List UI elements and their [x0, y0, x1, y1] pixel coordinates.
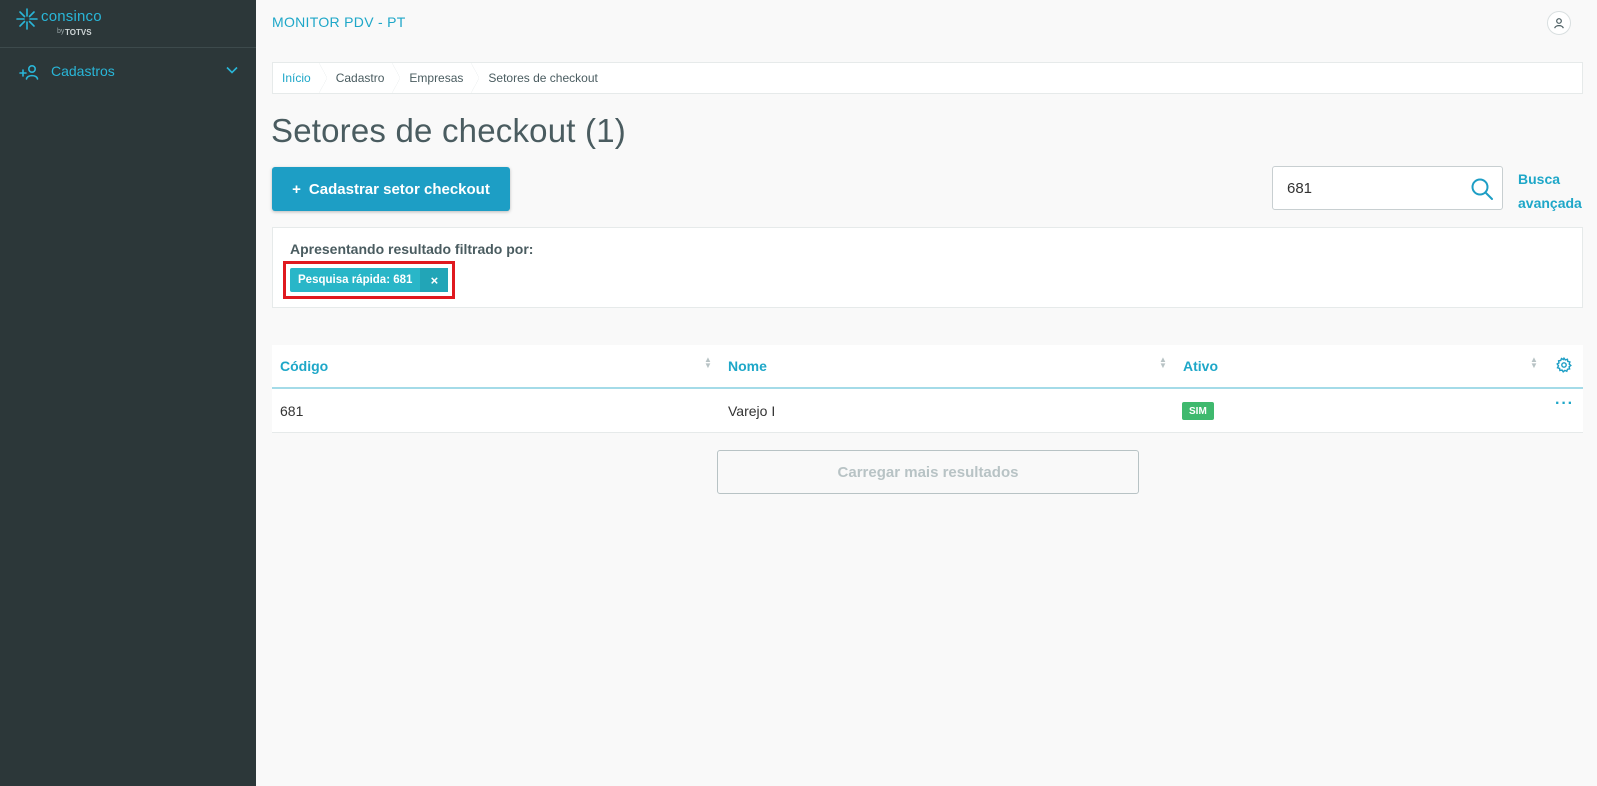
- cell-codigo: 681: [280, 403, 304, 419]
- breadcrumb-setores-de-checkout: Setores de checkout: [488, 71, 598, 85]
- user-icon: [1554, 18, 1564, 29]
- filter-panel: Apresentando resultado filtrado por: Pes…: [272, 227, 1583, 308]
- sort-icon[interactable]: ▲ ▼: [704, 356, 712, 370]
- advanced-search-line2: avançada: [1518, 195, 1582, 211]
- sidebar-item-label: Cadastros: [51, 63, 115, 79]
- chevron-down-icon: [226, 66, 238, 74]
- logo-by: by: [57, 28, 65, 35]
- breadcrumb-cadastro[interactable]: Cadastro: [327, 63, 401, 93]
- breadcrumb-empresas[interactable]: Empresas: [400, 63, 480, 93]
- cell-nome: Varejo I: [728, 403, 776, 419]
- filter-title: Apresentando resultado filtrado por:: [290, 241, 534, 257]
- column-header-codigo[interactable]: Código: [280, 358, 328, 374]
- quick-search: [1272, 166, 1503, 210]
- status-badge: SIM: [1182, 402, 1214, 420]
- consinco-logo[interactable]: consinco by TOTVS: [16, 6, 136, 42]
- add-user-icon: [19, 64, 39, 80]
- search-icon[interactable]: [1470, 177, 1494, 201]
- search-input[interactable]: [1287, 167, 1457, 209]
- plus-icon: +: [292, 180, 301, 198]
- sidebar-divider: [0, 47, 256, 48]
- sidebar: consinco by TOTVS Cadastros: [0, 0, 256, 786]
- filter-tag-label: Pesquisa rápida: 681: [298, 274, 413, 286]
- row-actions-menu[interactable]: ···: [1555, 395, 1574, 413]
- gear-icon[interactable]: [1556, 357, 1572, 373]
- sidebar-item-cadastros[interactable]: Cadastros: [0, 52, 256, 92]
- column-header-ativo[interactable]: Ativo: [1183, 358, 1218, 374]
- load-more-button[interactable]: Carregar mais resultados: [717, 450, 1139, 494]
- page-title: Setores de checkout (1): [271, 112, 626, 149]
- add-checkout-sector-button[interactable]: + Cadastrar setor checkout: [272, 167, 510, 211]
- add-checkout-sector-label: Cadastrar setor checkout: [308, 180, 490, 198]
- table-row[interactable]: 681 Varejo I SIM ···: [272, 389, 1583, 433]
- close-icon[interactable]: ×: [420, 268, 449, 292]
- logo-star-icon: [16, 8, 38, 30]
- table-header: Código ▲ ▼ Nome ▲ ▼ Ativo ▲ ▼: [272, 345, 1583, 389]
- user-menu-button[interactable]: [1547, 11, 1571, 35]
- column-header-nome[interactable]: Nome: [728, 358, 767, 374]
- breadcrumb-inicio[interactable]: Início: [273, 63, 327, 93]
- logo-brand: TOTVS: [65, 28, 92, 37]
- advanced-search-line1: Busca: [1518, 171, 1561, 187]
- breadcrumb: Início Cadastro Empresas Setores de chec…: [272, 62, 1583, 94]
- logo-wordmark: consinco: [41, 8, 102, 25]
- sort-icon[interactable]: ▲ ▼: [1530, 356, 1538, 370]
- filter-tag: Pesquisa rápida: 681 ×: [290, 268, 449, 292]
- app-title: MONITOR PDV - PT: [272, 14, 406, 30]
- advanced-search-link[interactable]: Busca avançada: [1518, 167, 1582, 215]
- sort-icon[interactable]: ▲ ▼: [1159, 356, 1167, 370]
